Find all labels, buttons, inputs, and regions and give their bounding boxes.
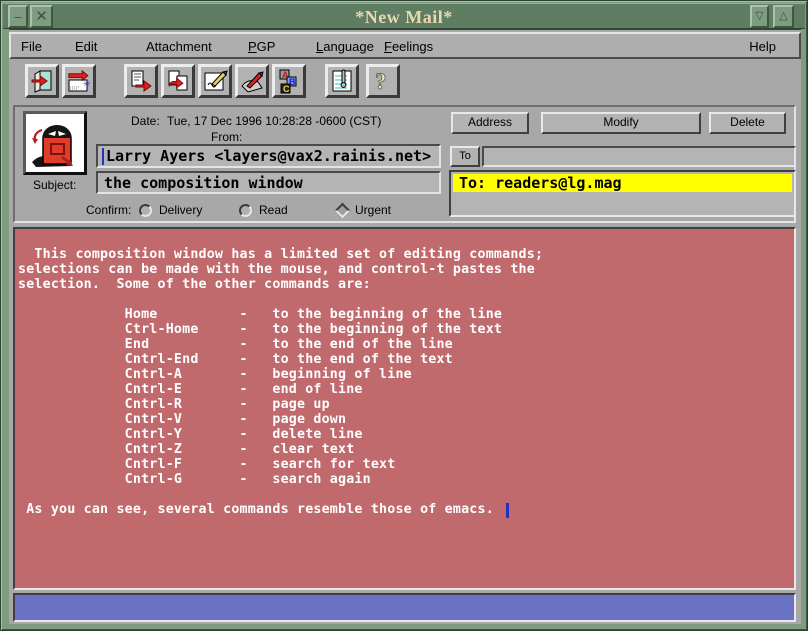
include-reply-button[interactable]	[161, 64, 195, 98]
diamond-toggle-icon	[335, 203, 351, 219]
subject-label: Subject:	[33, 178, 76, 192]
from-field[interactable]: Larry Ayers <layers@vax2.rainis.net>	[96, 144, 441, 168]
edit-external-button[interactable]	[235, 64, 269, 98]
urgent-label: Urgent	[355, 203, 391, 217]
radio-icon	[239, 204, 252, 217]
menu-pgp[interactable]: PGP	[245, 38, 278, 55]
menu-edit[interactable]: Edit	[72, 38, 100, 55]
maximize-icon: △	[779, 10, 787, 22]
message-body-textarea[interactable]: This composition window has a limited se…	[13, 227, 796, 590]
status-bar	[13, 593, 796, 622]
shade-icon: ▽	[755, 10, 763, 22]
modify-button[interactable]: Modify	[541, 112, 701, 134]
recipient-row-selected[interactable]: To: readers@lg.mag	[453, 174, 792, 192]
text-cursor	[102, 148, 104, 165]
edit-hand-pencil-icon	[239, 68, 265, 94]
recipient-list[interactable]: To: readers@lg.mag	[449, 170, 796, 217]
menubar: File Edit Attachment PGP Language Feelin…	[9, 32, 801, 59]
mailbox-logo-icon	[23, 111, 87, 175]
radio-icon	[139, 204, 152, 217]
address-button[interactable]: Address	[451, 112, 529, 134]
message-text: This composition window has a limited se…	[15, 229, 794, 517]
sign-pen-icon	[202, 68, 228, 94]
menu-attachment[interactable]: Attachment	[143, 38, 215, 55]
insert-file-icon	[128, 68, 154, 94]
exit-button[interactable]	[25, 64, 59, 98]
send-button[interactable]: ✳	[62, 64, 96, 98]
from-field-value: Larry Ayers <layers@vax2.rainis.net>	[106, 147, 431, 165]
date-label: Date:	[131, 114, 160, 128]
read-label: Read	[259, 203, 288, 217]
date-value: Tue, 17 Dec 1996 10:28:28 -0600 (CST)	[167, 114, 381, 128]
window-title: *New Mail*	[3, 7, 805, 28]
delete-button[interactable]: Delete	[709, 112, 786, 134]
confirm-read-option[interactable]: Read	[239, 201, 288, 219]
svg-text:?: ?	[375, 69, 387, 94]
include-reply-icon	[165, 68, 191, 94]
maximize-button[interactable]: △	[773, 5, 794, 28]
to-input[interactable]	[482, 146, 796, 167]
notes-button[interactable]	[325, 64, 359, 98]
svg-text:C: C	[283, 84, 290, 94]
text-cursor	[506, 503, 509, 518]
confirm-delivery-option[interactable]: Delivery	[139, 201, 202, 219]
subject-field-value: the composition window	[104, 174, 303, 192]
subject-field[interactable]: the composition window	[96, 171, 441, 194]
message-header-panel: Date: Tue, 17 Dec 1996 10:28:28 -0600 (C…	[13, 105, 796, 223]
help-button[interactable]: ?	[366, 64, 400, 98]
urgent-option[interactable]: Urgent	[337, 201, 391, 219]
titlebar[interactable]: – ✕ *New Mail* ▽ △	[3, 3, 805, 29]
menu-language[interactable]: Language	[313, 38, 377, 55]
spell-abc-icon: A B C	[276, 68, 302, 94]
confirm-label: Confirm:	[86, 203, 131, 217]
window-content: File Edit Attachment PGP Language Feelin…	[9, 29, 801, 624]
menu-help[interactable]: Help	[746, 38, 779, 55]
insert-file-button[interactable]	[124, 64, 158, 98]
to-button[interactable]: To	[450, 146, 480, 167]
new-mail-window: – ✕ *New Mail* ▽ △ File Edit Attachment …	[0, 0, 808, 631]
svg-text:✳: ✳	[83, 80, 91, 90]
exit-door-icon	[29, 68, 55, 94]
menu-file[interactable]: File	[18, 38, 45, 55]
notes-pad-icon	[329, 68, 355, 94]
from-label: From:	[211, 130, 242, 144]
help-question-icon: ?	[370, 68, 396, 94]
delivery-label: Delivery	[159, 203, 202, 217]
spell-check-button[interactable]: A B C	[272, 64, 306, 98]
shade-button[interactable]: ▽	[750, 5, 769, 28]
sign-button[interactable]	[198, 64, 232, 98]
send-envelope-icon: ✳	[66, 68, 92, 94]
menu-feelings[interactable]: Feelings	[381, 38, 436, 55]
